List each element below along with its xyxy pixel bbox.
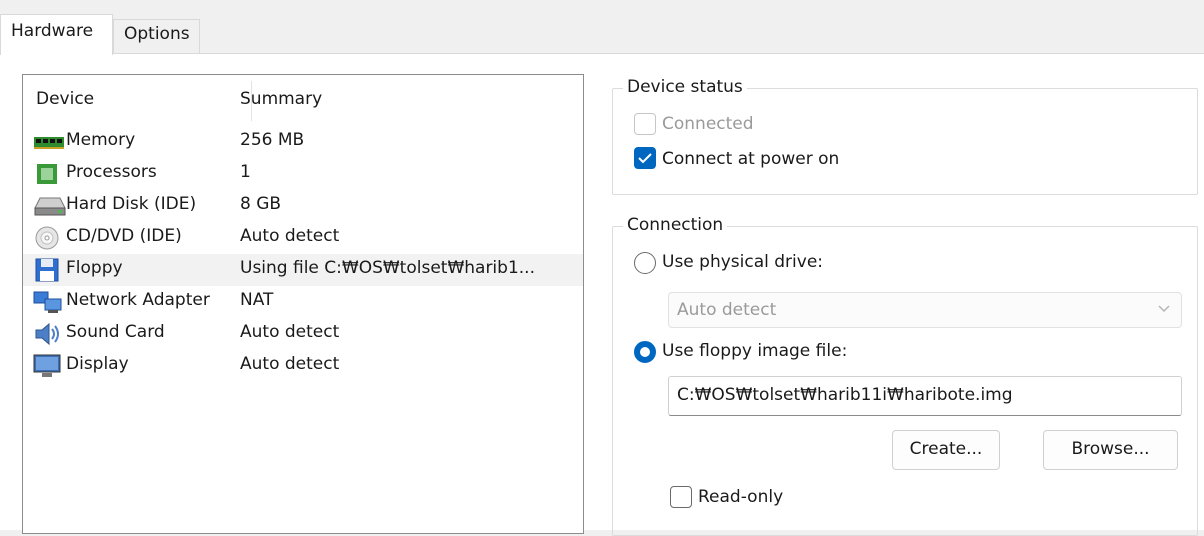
floppy-image-path-input[interactable]: C:₩OS₩tolset₩harib11i₩haribote.img	[668, 376, 1182, 416]
device-name: CD/DVD (IDE)	[66, 226, 182, 246]
device-name: Network Adapter	[66, 290, 210, 310]
sound-card-icon	[35, 322, 59, 346]
create-button[interactable]: Create...	[892, 430, 1000, 470]
tab-bar: Hardware Options	[0, 14, 1204, 55]
tab-hardware[interactable]: Hardware	[0, 14, 113, 55]
connection-title: Connection	[623, 215, 728, 235]
device-name: Hard Disk (IDE)	[66, 194, 197, 214]
device-list: Device Summary Memory 256 MB Processors …	[22, 74, 584, 534]
cd-dvd-icon	[35, 226, 59, 250]
display-icon	[33, 354, 61, 377]
device-summary: 1	[240, 162, 251, 182]
physical-drive-select[interactable]: Auto detect	[668, 292, 1182, 328]
device-status-group: Device status	[612, 77, 1198, 195]
connected-checkbox[interactable]	[634, 113, 656, 135]
floppy-icon	[35, 258, 59, 282]
device-summary: 256 MB	[240, 130, 305, 150]
device-summary: Auto detect	[240, 354, 340, 374]
chevron-down-icon	[1158, 305, 1170, 313]
connect-at-power-on-checkbox[interactable]	[634, 147, 656, 169]
hard-disk-icon	[34, 197, 66, 216]
device-row-hard-disk[interactable]: Hard Disk (IDE) 8 GB	[23, 190, 583, 222]
network-adapter-icon	[33, 291, 62, 313]
processor-icon	[37, 164, 57, 184]
device-row-memory[interactable]: Memory 256 MB	[23, 126, 583, 158]
list-header: Device Summary	[23, 75, 583, 125]
browse-button[interactable]: Browse...	[1043, 430, 1178, 470]
device-name: Processors	[66, 162, 157, 182]
physical-drive-select-value: Auto detect	[677, 300, 777, 320]
device-row-cd-dvd[interactable]: CD/DVD (IDE) Auto detect	[23, 222, 583, 254]
device-row-display[interactable]: Display Auto detect	[23, 350, 583, 382]
device-name: Floppy	[66, 258, 123, 278]
column-header-summary[interactable]: Summary	[240, 89, 322, 109]
browse-button-label: Browse...	[1071, 439, 1150, 459]
device-row-sound-card[interactable]: Sound Card Auto detect	[23, 318, 583, 350]
tab-hardware-label: Hardware	[11, 21, 94, 41]
create-button-label: Create...	[909, 439, 983, 459]
connect-at-power-on-label: Connect at power on	[662, 149, 840, 169]
read-only-label: Read-only	[698, 487, 784, 507]
tab-content: Device Summary Memory 256 MB Processors …	[0, 54, 1204, 536]
use-floppy-image-label: Use floppy image file:	[662, 341, 848, 361]
floppy-image-path-value: C:₩OS₩tolset₩harib11i₩haribote.img	[677, 385, 1013, 405]
device-status-title: Device status	[623, 77, 747, 97]
device-name: Display	[66, 354, 129, 374]
device-name: Memory	[66, 130, 136, 150]
connected-label: Connected	[662, 114, 754, 134]
read-only-checkbox[interactable]	[670, 486, 692, 508]
use-physical-drive-label: Use physical drive:	[662, 252, 824, 272]
device-summary: Auto detect	[240, 322, 340, 342]
use-floppy-image-radio[interactable]	[634, 341, 656, 363]
column-header-device[interactable]: Device	[36, 89, 94, 109]
device-summary: Using file C:₩OS₩tolset₩harib1...	[240, 258, 535, 278]
memory-icon	[34, 137, 64, 149]
device-row-network-adapter[interactable]: Network Adapter NAT	[23, 286, 583, 318]
checkmark-icon	[638, 153, 652, 164]
device-summary: Auto detect	[240, 226, 340, 246]
device-summary: 8 GB	[240, 194, 282, 214]
device-row-processors[interactable]: Processors 1	[23, 158, 583, 190]
tab-options-label: Options	[124, 24, 190, 44]
device-name: Sound Card	[66, 322, 165, 342]
use-physical-drive-radio[interactable]	[634, 252, 656, 274]
device-row-floppy[interactable]: Floppy Using file C:₩OS₩tolset₩harib1...	[23, 254, 583, 286]
tab-options[interactable]: Options	[113, 19, 200, 54]
device-summary: NAT	[240, 290, 274, 310]
